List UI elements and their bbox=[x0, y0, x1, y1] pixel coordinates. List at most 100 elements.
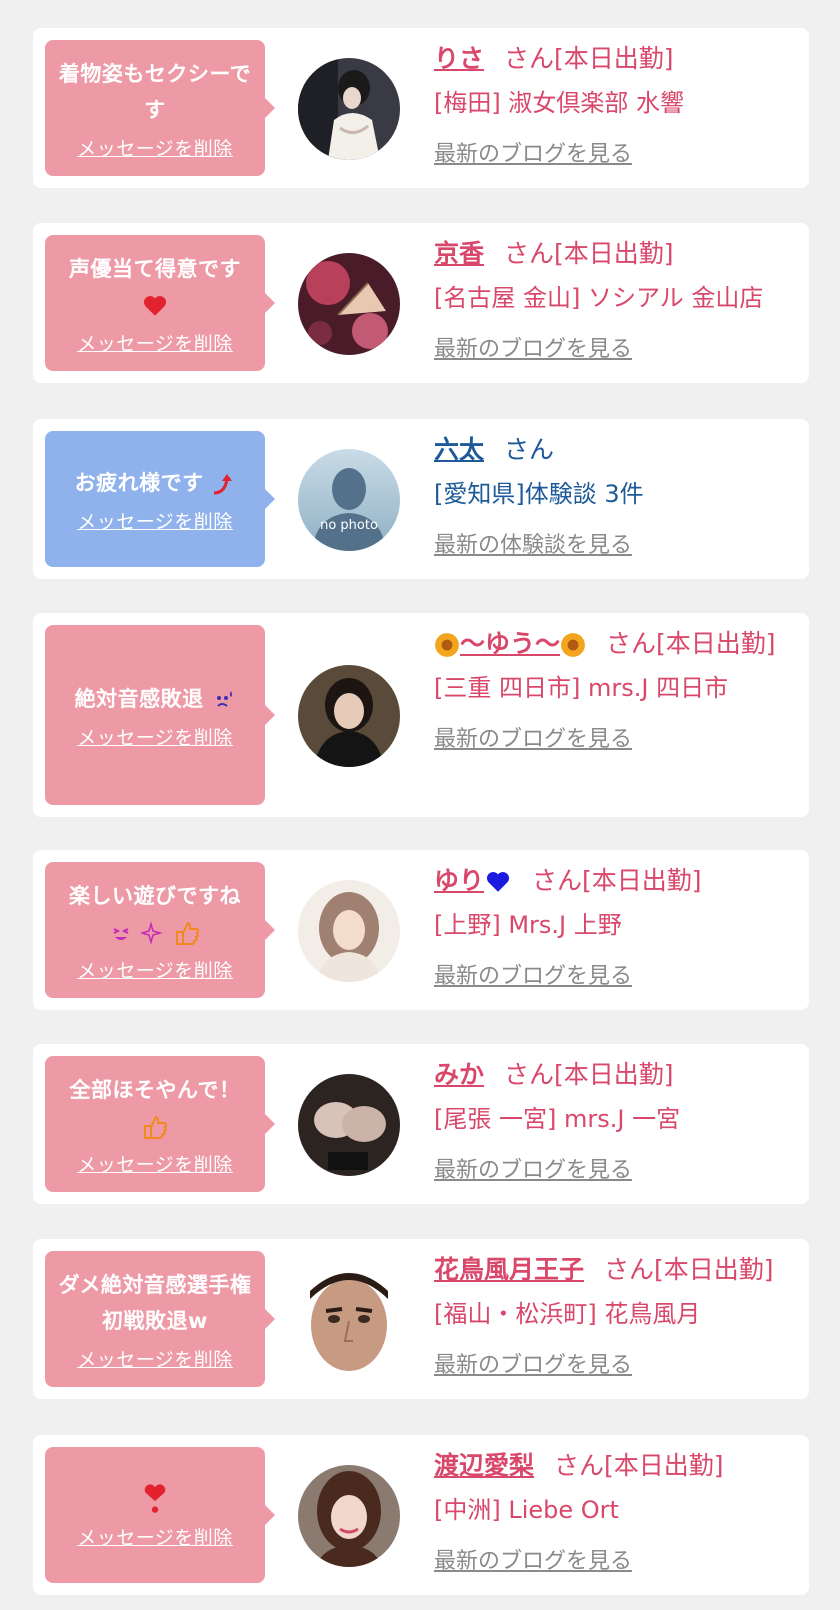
blue-heart-icon bbox=[486, 872, 510, 892]
message-bubble: 全部ほそやんで！ メッセージを削除 bbox=[45, 1056, 275, 1192]
up-arrow-icon bbox=[214, 473, 233, 494]
message-text: 着物姿もセクシーです bbox=[58, 61, 252, 122]
cast-name-link[interactable]: ゆり bbox=[434, 866, 484, 895]
delete-message-link[interactable]: メッセージを削除 bbox=[77, 1150, 233, 1177]
message-text: 声優当て得意です bbox=[69, 256, 241, 281]
name-suffix: さん[本日出勤] bbox=[554, 1451, 724, 1480]
list-item: 絶対音感敗退 メッセージを削除 〜ゆう〜 さん[本日出勤] [三重 四日市] mr… bbox=[33, 613, 809, 817]
avatar[interactable] bbox=[298, 58, 400, 160]
list-item: お疲れ様です メッセージを削除 no photo 六太 さん [愛知県]体験談 3… bbox=[33, 419, 809, 579]
delete-message-link[interactable]: メッセージを削除 bbox=[77, 956, 233, 983]
list-item: 楽しい遊びですね メッセージを削除 ゆり さん[本日出勤] [上野] Mrs.J … bbox=[33, 850, 809, 1010]
name-suffix: さん bbox=[504, 435, 555, 464]
delete-message-link[interactable]: メッセージを削除 bbox=[77, 1345, 233, 1372]
shop-label: [上野] Mrs.J 上野 bbox=[434, 911, 622, 939]
name-suffix: さん[本日出勤] bbox=[604, 1255, 774, 1284]
man-face-photo-icon bbox=[298, 1269, 400, 1371]
delete-message-link[interactable]: メッセージを削除 bbox=[77, 723, 233, 750]
list-item: 声優当て得意です メッセージを削除 京香 さん[本日出勤] [名古屋 金山] ソシ… bbox=[33, 223, 809, 383]
name-suffix: さん[本日出勤] bbox=[504, 44, 674, 73]
list-item: 全部ほそやんで！ メッセージを削除 みか さん[本日出勤] [尾張 一宮] mrs… bbox=[33, 1044, 809, 1204]
latest-blog-link[interactable]: 最新のブログを見る bbox=[434, 1347, 632, 1379]
message-text: 絶対音感敗退 bbox=[74, 686, 204, 711]
message-bubble: ダメ絶対音感選手権 初戦敗退w メッセージを削除 bbox=[45, 1251, 275, 1387]
latest-blog-link[interactable]: 最新のブログを見る bbox=[434, 1543, 632, 1575]
message-text: ダメ絶対音感選手権 初戦敗退w bbox=[58, 1272, 252, 1333]
delete-message-link[interactable]: メッセージを削除 bbox=[77, 1523, 233, 1550]
message-text: 全部ほそやんで！ bbox=[69, 1077, 241, 1102]
shop-label: [三重 四日市] mrs.J 四日市 bbox=[434, 674, 729, 702]
shop-label: [愛知県]体験談 3件 bbox=[434, 480, 644, 508]
avatar[interactable] bbox=[298, 665, 400, 767]
info-block: みか さん[本日出勤] [尾張 一宮] mrs.J 一宮 最新のブログを見る bbox=[434, 1054, 795, 1184]
cast-name-link[interactable]: 渡辺愛梨 bbox=[434, 1451, 534, 1480]
name-suffix: さん[本日出勤] bbox=[532, 866, 702, 895]
list-item: 着物姿もセクシーです メッセージを削除 りさ さん[本日出勤] [梅田] 淑女倶楽… bbox=[33, 28, 809, 188]
cast-name-link[interactable]: 京香 bbox=[434, 239, 484, 268]
sweat-face-icon bbox=[217, 690, 233, 707]
fan-photo-icon bbox=[298, 253, 400, 355]
info-block: 京香 さん[本日出勤] [名古屋 金山] ソシアル 金山店 最新のブログを見る bbox=[434, 233, 795, 363]
latest-blog-link[interactable]: 最新のブログを見る bbox=[434, 721, 632, 753]
list-item: ダメ絶対音感選手権 初戦敗退w メッセージを削除 花鳥風月王子 さん[本日出勤] … bbox=[33, 1239, 809, 1399]
cast-name-link[interactable]: 花鳥風月王子 bbox=[434, 1255, 584, 1284]
latest-review-link[interactable]: 最新の体験談を見る bbox=[434, 527, 632, 559]
woman-photo-icon bbox=[298, 1465, 400, 1567]
info-block: 六太 さん [愛知県]体験談 3件 最新の体験談を見る bbox=[434, 429, 795, 559]
message-list: 着物姿もセクシーです メッセージを削除 りさ さん[本日出勤] [梅田] 淑女倶楽… bbox=[0, 0, 840, 1610]
avatar[interactable] bbox=[298, 1465, 400, 1567]
latest-blog-link[interactable]: 最新のブログを見る bbox=[434, 136, 632, 168]
avatar[interactable]: no photo bbox=[298, 449, 400, 551]
latest-blog-link[interactable]: 最新のブログを見る bbox=[434, 1152, 632, 1184]
shop-label: [名古屋 金山] ソシアル 金山店 bbox=[434, 284, 764, 312]
no-photo-label: no photo bbox=[320, 518, 378, 533]
name-suffix: さん[本日出勤] bbox=[606, 629, 776, 658]
sunflower-icon bbox=[435, 633, 459, 657]
heart-icon bbox=[143, 295, 167, 316]
name-suffix: さん[本日出勤] bbox=[504, 239, 674, 268]
latest-blog-link[interactable]: 最新のブログを見る bbox=[434, 958, 632, 990]
cast-name-link[interactable]: 〜ゆう〜 bbox=[460, 629, 560, 658]
list-item: メッセージを削除 渡辺愛梨 さん[本日出勤] [中洲] Liebe Ort 最新の… bbox=[33, 1435, 809, 1595]
sparkle-icon bbox=[141, 920, 163, 945]
message-bubble: メッセージを削除 bbox=[45, 1447, 275, 1583]
message-bubble: 絶対音感敗退 メッセージを削除 bbox=[45, 625, 275, 805]
avatar[interactable] bbox=[298, 1074, 400, 1176]
no-photo-avatar-icon: no photo bbox=[298, 449, 400, 551]
shop-label: [梅田] 淑女倶楽部 水響 bbox=[434, 89, 684, 117]
name-suffix: さん[本日出勤] bbox=[504, 1060, 674, 1089]
latest-blog-link[interactable]: 最新のブログを見る bbox=[434, 331, 632, 363]
message-bubble: 楽しい遊びですね メッセージを削除 bbox=[45, 862, 275, 998]
avatar[interactable] bbox=[298, 1269, 400, 1371]
delete-message-link[interactable]: メッセージを削除 bbox=[77, 134, 233, 161]
delete-message-link[interactable]: メッセージを削除 bbox=[77, 329, 233, 356]
shop-label: [福山・松浜町] 花鳥風月 bbox=[434, 1300, 701, 1328]
heart-exclamation-icon bbox=[144, 1483, 166, 1513]
shop-label: [中洲] Liebe Ort bbox=[434, 1496, 619, 1524]
message-text: 楽しい遊びですね bbox=[69, 883, 241, 908]
cast-name-link[interactable]: みか bbox=[434, 1060, 484, 1089]
shop-label: [尾張 一宮] mrs.J 一宮 bbox=[434, 1105, 681, 1133]
woman-photo-icon bbox=[298, 880, 400, 982]
kimono-photo-icon bbox=[298, 58, 400, 160]
info-block: ゆり さん[本日出勤] [上野] Mrs.J 上野 最新のブログを見る bbox=[434, 860, 795, 990]
cast-name-link[interactable]: りさ bbox=[434, 44, 484, 73]
thumbs-up-icon bbox=[143, 1115, 167, 1139]
grin-face-icon bbox=[113, 927, 129, 940]
avatar[interactable] bbox=[298, 253, 400, 355]
woman-photo-icon bbox=[298, 665, 400, 767]
message-bubble: 声優当て得意です メッセージを削除 bbox=[45, 235, 275, 371]
info-block: りさ さん[本日出勤] [梅田] 淑女倶楽部 水響 最新のブログを見る bbox=[434, 38, 795, 168]
avatar[interactable] bbox=[298, 880, 400, 982]
info-block: 花鳥風月王子 さん[本日出勤] [福山・松浜町] 花鳥風月 最新のブログを見る bbox=[434, 1249, 795, 1379]
message-text: お疲れ様です bbox=[74, 470, 204, 495]
cast-name-link[interactable]: 六太 bbox=[434, 435, 484, 464]
sunflower-icon bbox=[561, 633, 585, 657]
message-bubble: お疲れ様です メッセージを削除 bbox=[45, 431, 275, 567]
info-block: 〜ゆう〜 さん[本日出勤] [三重 四日市] mrs.J 四日市 最新のブログを見… bbox=[434, 623, 795, 753]
message-bubble: 着物姿もセクシーです メッセージを削除 bbox=[45, 40, 275, 176]
delete-message-link[interactable]: メッセージを削除 bbox=[77, 507, 233, 534]
info-block: 渡辺愛梨 さん[本日出勤] [中洲] Liebe Ort 最新のブログを見る bbox=[434, 1445, 795, 1575]
thumbs-up-icon bbox=[175, 921, 199, 945]
legs-photo-icon bbox=[298, 1074, 400, 1176]
